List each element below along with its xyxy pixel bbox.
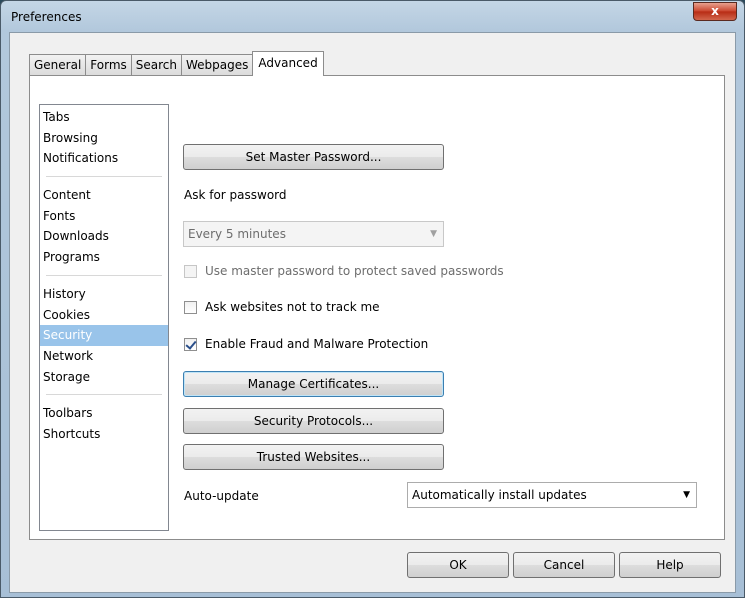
ask-for-password-value: Every 5 minutes bbox=[188, 227, 286, 241]
ok-button[interactable]: OK bbox=[407, 552, 509, 578]
category-divider bbox=[46, 274, 162, 276]
category-list: Tabs Browsing Notifications Content Font… bbox=[39, 104, 169, 531]
advanced-panel: Tabs Browsing Notifications Content Font… bbox=[29, 75, 725, 540]
set-master-password-button[interactable]: Set Master Password... bbox=[183, 144, 444, 170]
use-master-password-checkbox[interactable] bbox=[184, 265, 197, 278]
category-fonts[interactable]: Fonts bbox=[40, 206, 168, 227]
ask-for-password-label: Ask for password bbox=[184, 188, 287, 202]
category-shortcuts[interactable]: Shortcuts bbox=[40, 424, 168, 445]
tab-webpages[interactable]: Webpages bbox=[181, 54, 254, 76]
tab-strip: General Forms Search Webpages Advanced bbox=[29, 51, 324, 76]
ask-for-password-select[interactable]: Every 5 minutes ▼ bbox=[183, 221, 444, 247]
window-title: Preferences bbox=[11, 10, 82, 24]
category-cookies[interactable]: Cookies bbox=[40, 305, 168, 326]
chevron-down-icon: ▼ bbox=[683, 490, 690, 500]
preferences-window: Preferences x General Forms Search Webpa… bbox=[0, 0, 745, 598]
dialog-body: General Forms Search Webpages Advanced T… bbox=[9, 32, 736, 593]
category-divider bbox=[46, 394, 162, 396]
category-tabs[interactable]: Tabs bbox=[40, 107, 168, 128]
tab-forms[interactable]: Forms bbox=[85, 54, 132, 76]
auto-update-select[interactable]: Automatically install updates ▼ bbox=[407, 482, 697, 508]
category-programs[interactable]: Programs bbox=[40, 247, 168, 268]
tab-general[interactable]: General bbox=[29, 54, 87, 76]
fraud-protection-checkbox[interactable] bbox=[184, 338, 197, 351]
manage-certificates-button[interactable]: Manage Certificates... bbox=[183, 371, 444, 397]
tab-advanced[interactable]: Advanced bbox=[252, 51, 324, 76]
use-master-password-label: Use master password to protect saved pas… bbox=[205, 264, 504, 278]
trusted-websites-button[interactable]: Trusted Websites... bbox=[183, 444, 444, 470]
cancel-button[interactable]: Cancel bbox=[513, 552, 615, 578]
category-content[interactable]: Content bbox=[40, 185, 168, 206]
close-button[interactable]: x bbox=[693, 2, 737, 21]
category-notifications[interactable]: Notifications bbox=[40, 148, 168, 169]
category-divider bbox=[46, 176, 162, 178]
category-downloads[interactable]: Downloads bbox=[40, 226, 168, 247]
chevron-down-icon: ▼ bbox=[430, 229, 437, 239]
category-network[interactable]: Network bbox=[40, 346, 168, 367]
category-history[interactable]: History bbox=[40, 284, 168, 305]
title-bar[interactable]: Preferences x bbox=[1, 1, 744, 31]
security-protocols-button[interactable]: Security Protocols... bbox=[183, 408, 444, 434]
auto-update-label: Auto-update bbox=[184, 489, 259, 503]
category-storage[interactable]: Storage bbox=[40, 367, 168, 388]
do-not-track-label: Ask websites not to track me bbox=[205, 300, 380, 314]
fraud-protection-label: Enable Fraud and Malware Protection bbox=[205, 337, 429, 351]
category-security[interactable]: Security bbox=[40, 325, 168, 346]
do-not-track-checkbox[interactable] bbox=[184, 301, 197, 314]
close-icon: x bbox=[711, 4, 719, 18]
auto-update-value: Automatically install updates bbox=[412, 488, 587, 502]
help-button[interactable]: Help bbox=[619, 552, 721, 578]
category-browsing[interactable]: Browsing bbox=[40, 128, 168, 149]
category-toolbars[interactable]: Toolbars bbox=[40, 403, 168, 424]
tab-search[interactable]: Search bbox=[130, 54, 183, 76]
